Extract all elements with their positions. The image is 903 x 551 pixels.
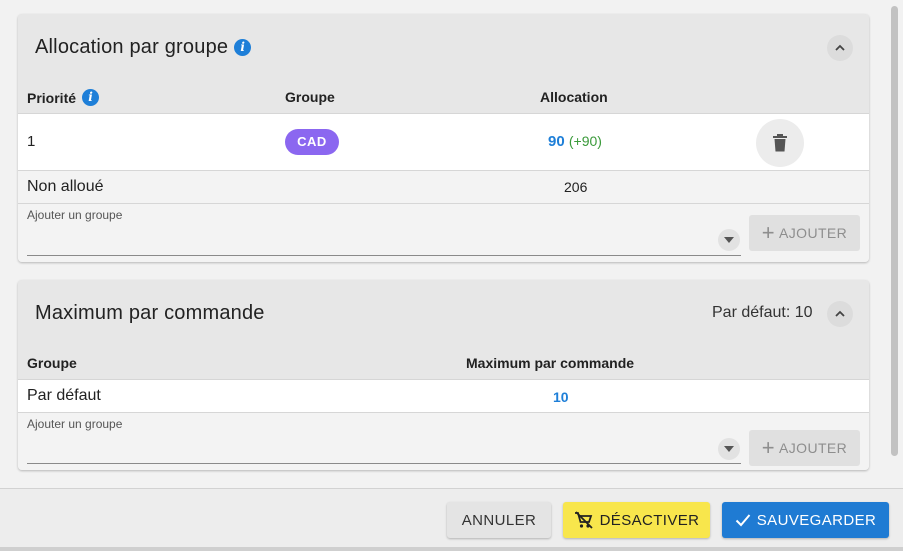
unallocated-value: 206 <box>564 179 588 195</box>
add-group-label: Ajouter un groupe <box>27 208 123 222</box>
unallocated-label: Non alloué <box>27 178 104 195</box>
default-summary: Par défaut: 10 <box>712 304 813 321</box>
add-group-button[interactable]: + AJOUTER <box>749 215 860 251</box>
trash-icon <box>773 134 787 152</box>
group-badge: CAD <box>285 129 339 155</box>
check-icon <box>735 514 751 527</box>
caret-down-icon <box>724 237 734 243</box>
save-button[interactable]: SAUVEGARDER <box>722 502 889 538</box>
dropdown-toggle[interactable] <box>718 229 740 251</box>
allocation-dialog: Allocation par groupe i Priorité i Groupe … <box>0 0 903 551</box>
max-card-title: Maximum par commande <box>35 302 265 324</box>
collapse-max-button[interactable] <box>827 301 853 327</box>
collapse-allocation-button[interactable] <box>827 35 853 61</box>
dialog-footer: ANNULER DÉSACTIVER SAUVEGARDER <box>0 488 903 551</box>
allocation-value[interactable]: 90 (+90) <box>548 133 602 150</box>
add-group-select[interactable] <box>27 463 741 464</box>
add-group-row: Ajouter un groupe + AJOUTER <box>18 412 869 470</box>
info-icon[interactable]: i <box>82 89 100 106</box>
caret-down-icon <box>724 446 734 452</box>
plus-icon: + <box>761 220 776 245</box>
add-group-label: Ajouter un groupe <box>27 417 123 431</box>
add-group-button[interactable]: + AJOUTER <box>749 430 860 466</box>
scrollbar[interactable] <box>886 0 903 488</box>
group-column-header: Groupe <box>27 355 77 371</box>
disable-button[interactable]: DÉSACTIVER <box>563 502 710 538</box>
chevron-up-icon <box>835 44 845 51</box>
priority-value: 1 <box>27 133 36 150</box>
add-group-row: Ajouter un groupe + AJOUTER <box>18 203 869 262</box>
priority-column-header: Priorité i <box>27 89 100 106</box>
info-icon[interactable]: i <box>234 39 252 56</box>
scrollbar-thumb[interactable] <box>891 6 898 456</box>
unallocated-row: Non alloué 206 <box>18 170 869 203</box>
add-group-select[interactable] <box>27 255 741 256</box>
bottom-strip <box>0 547 903 551</box>
cancel-button[interactable]: ANNULER <box>447 502 551 538</box>
dialog-content: Allocation par groupe i Priorité i Groupe … <box>0 0 886 488</box>
dropdown-toggle[interactable] <box>718 438 740 460</box>
allocation-card-title: Allocation par groupe i <box>35 36 252 59</box>
max-column-header: Maximum par commande <box>466 355 635 371</box>
delete-row-button[interactable] <box>756 119 804 167</box>
max-per-order-card: Maximum par commande Par défaut: 10 Grou… <box>18 280 869 470</box>
allocation-card: Allocation par groupe i Priorité i Groupe … <box>18 14 869 262</box>
cart-off-icon <box>574 511 593 529</box>
allocation-column-header: Allocation <box>540 89 608 105</box>
chevron-up-icon <box>835 310 845 317</box>
group-column-header: Groupe <box>285 89 335 105</box>
group-name: Par défaut <box>27 387 101 404</box>
plus-icon: + <box>761 435 776 460</box>
table-row: 1 CAD 90 (+90) <box>18 113 869 170</box>
max-value[interactable]: 10 <box>553 389 569 405</box>
table-row: Par défaut 10 <box>18 379 869 412</box>
